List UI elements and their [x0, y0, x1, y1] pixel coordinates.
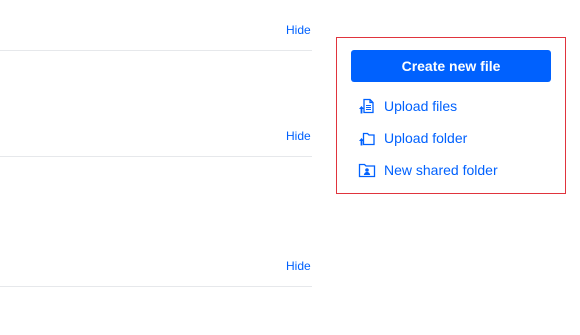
action-panel: Create new file Upload files Upload fold…	[336, 37, 566, 194]
new-shared-folder-label: New shared folder	[384, 162, 498, 178]
section-divider	[0, 156, 312, 157]
upload-folder-action[interactable]: Upload folder	[358, 128, 467, 148]
upload-files-action[interactable]: Upload files	[358, 96, 457, 116]
upload-folder-label: Upload folder	[384, 130, 468, 146]
hide-section-3-link[interactable]: Hide	[286, 259, 311, 273]
shared-folder-icon	[358, 161, 376, 179]
hide-section-2-link[interactable]: Hide	[286, 129, 311, 143]
new-shared-folder-action[interactable]: New shared folder	[358, 160, 498, 180]
upload-files-label: Upload files	[384, 98, 458, 114]
section-divider	[0, 286, 312, 287]
upload-folder-icon	[358, 129, 376, 147]
create-new-file-button[interactable]: Create new file	[351, 50, 551, 82]
hide-section-1-link[interactable]: Hide	[286, 23, 311, 37]
section-divider	[0, 50, 312, 51]
upload-file-icon	[358, 97, 376, 115]
